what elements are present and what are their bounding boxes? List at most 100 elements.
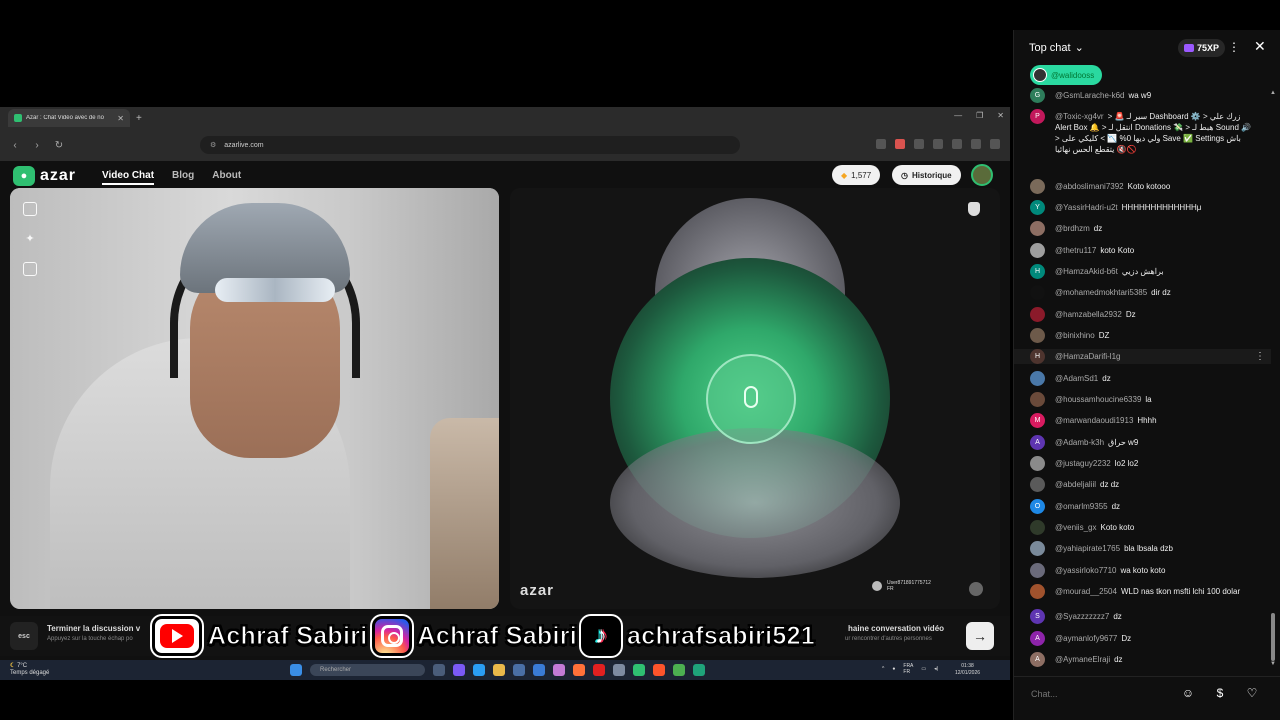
scroll-up-icon[interactable]: ▲ — [1270, 90, 1276, 96]
chat-avatar[interactable] — [1030, 221, 1045, 236]
forward-icon[interactable]: › — [30, 140, 44, 151]
chat-author[interactable]: @HamzaAkid-b6t — [1055, 267, 1118, 276]
fullscreen-icon[interactable] — [23, 202, 37, 216]
chat-author[interactable]: @YassirHadri-u2t — [1055, 203, 1118, 212]
task-view-icon[interactable] — [433, 664, 445, 676]
chat-author[interactable]: @yahiapirate1765 — [1055, 544, 1120, 553]
chat-author[interactable]: @Toxic-xg4vr — [1055, 112, 1104, 121]
chat-message[interactable]: P @Toxic-xg4vr > 🚨 سير لـ Dashboard ⚙️ > ز… — [1030, 109, 1270, 155]
chat-avatar[interactable] — [1030, 456, 1045, 471]
chat-avatar[interactable] — [1030, 541, 1045, 556]
chat-avatar[interactable] — [1030, 243, 1045, 258]
chat-message[interactable]: A @Adamb-k3h حراق w9 — [1030, 435, 1270, 450]
edge-icon[interactable] — [473, 664, 485, 676]
extension-icon[interactable] — [990, 139, 1000, 149]
chat-message[interactable]: A @AymaneElraji dz — [1030, 652, 1270, 667]
super-chat-icon[interactable]: $ — [1212, 685, 1228, 701]
play-icon[interactable] — [633, 664, 645, 676]
chat-avatar[interactable] — [1030, 328, 1045, 343]
weather-widget[interactable]: ☾ 7°C Temps dégagé — [10, 663, 49, 677]
reload-icon[interactable]: ↻ — [52, 140, 66, 151]
chat-avatar[interactable]: A — [1030, 652, 1045, 667]
chat-message[interactable]: A @aymanlofy9677 Dz — [1030, 631, 1270, 646]
nav-about[interactable]: About — [212, 170, 241, 185]
chat-author[interactable]: @yassirloko7710 — [1055, 566, 1116, 575]
chat-author[interactable]: @AymaneElraji — [1055, 655, 1110, 664]
chat-message[interactable]: O @omarlm9355 dz — [1030, 499, 1270, 514]
chat-avatar[interactable]: M — [1030, 413, 1045, 428]
chat-message[interactable]: @thetru117 koto Koto — [1030, 243, 1270, 258]
chat-bubble-icon[interactable] — [969, 582, 983, 596]
browser-tab-azar[interactable]: Azar : Chat Vidéo avec de no ✕ — [8, 109, 130, 127]
chat-author[interactable]: @marwandaoudi1913 — [1055, 416, 1133, 425]
emoji-icon[interactable]: ☺ — [1180, 685, 1196, 701]
chat-avatar[interactable]: H — [1030, 264, 1045, 279]
chat-mode-dropdown[interactable]: Top chat ⌄ — [1029, 41, 1084, 55]
tray-lang[interactable]: FRA FR — [903, 663, 913, 675]
chat-scrollbar[interactable]: ▲ ▼ — [1270, 90, 1276, 668]
brave-icon[interactable] — [653, 664, 665, 676]
chat-author[interactable]: @omarlm9355 — [1055, 502, 1108, 511]
app-icon[interactable] — [553, 664, 565, 676]
chat-author[interactable]: @AdamSd1 — [1055, 374, 1098, 383]
chat-message[interactable]: M @marwandaoudi1913 Hhhh — [1030, 413, 1270, 428]
chat-message[interactable]: H @HamzaAkid-b6t براهش دزيي — [1030, 264, 1270, 279]
filter-icon[interactable] — [23, 262, 37, 276]
opera-icon[interactable] — [593, 664, 605, 676]
chat-message[interactable]: @abdeljaliil dz dz — [1030, 477, 1270, 492]
chat-author[interactable]: @abdoslimani7392 — [1055, 182, 1124, 191]
chat-message[interactable]: @houssamhoucine6339 la — [1030, 392, 1270, 407]
chat-message[interactable]: @brdhzm dz — [1030, 221, 1270, 236]
chat-avatar[interactable]: G — [1030, 88, 1045, 103]
chat-message[interactable]: @yassirloko7710 wa koto koto — [1030, 563, 1270, 578]
chat-avatar[interactable] — [1030, 307, 1045, 322]
new-tab-icon[interactable]: + — [136, 113, 142, 124]
chat-avatar[interactable]: A — [1030, 631, 1045, 646]
taskbar-search[interactable]: Rechercher — [310, 664, 425, 676]
message-menu-icon[interactable]: ⋮ — [1255, 351, 1265, 362]
chat-avatar[interactable] — [1030, 563, 1045, 578]
firefox-icon[interactable] — [573, 664, 585, 676]
extension-icon[interactable] — [971, 139, 981, 149]
chat-avatar[interactable]: Y — [1030, 200, 1045, 215]
site-info-icon[interactable]: ⚙ — [210, 141, 216, 149]
extension-icon[interactable] — [895, 139, 905, 149]
maximize-icon[interactable]: ❐ — [976, 111, 983, 120]
minimize-icon[interactable]: — — [954, 111, 962, 120]
chat-avatar[interactable] — [1030, 477, 1045, 492]
chat-avatar[interactable] — [1030, 179, 1045, 194]
chat-message[interactable]: @veniis_gx Koto koto — [1030, 520, 1270, 535]
chat-input[interactable] — [1031, 685, 1171, 703]
chat-author[interactable]: @veniis_gx — [1055, 523, 1096, 532]
volume-icon[interactable]: ◂) — [934, 666, 938, 672]
chat-avatar[interactable]: H — [1030, 349, 1045, 364]
gem-balance-button[interactable]: ◆ 1,577 — [832, 165, 881, 185]
chat-avatar[interactable] — [1030, 392, 1045, 407]
chat-message[interactable]: @yahiapirate1765 bla lbsala dzb — [1030, 541, 1270, 556]
tray-chevron-icon[interactable]: ^ — [882, 666, 884, 672]
more-options-icon[interactable]: ⋮ — [1228, 40, 1240, 54]
mail-icon[interactable] — [533, 664, 545, 676]
chat-avatar[interactable] — [1030, 371, 1045, 386]
chat-author[interactable]: @hamzabella2932 — [1055, 310, 1122, 319]
chat-avatar[interactable]: A — [1030, 435, 1045, 450]
chat-message[interactable]: @hamzabella2932 Dz — [1030, 307, 1270, 322]
nav-blog[interactable]: Blog — [172, 170, 194, 185]
profile-avatar[interactable] — [971, 164, 993, 186]
next-chat-button[interactable]: → — [966, 622, 994, 650]
chat-avatar[interactable] — [1030, 520, 1045, 535]
chat-message[interactable]: @justaguy2232 lo2 lo2 — [1030, 456, 1270, 471]
chat-message[interactable]: @AdamSd1 dz — [1030, 371, 1270, 386]
chat-avatar[interactable] — [1030, 285, 1045, 300]
extension-icon[interactable] — [914, 139, 924, 149]
network-icon[interactable]: ▭ — [921, 666, 926, 672]
heart-icon[interactable]: ♡ — [1244, 685, 1260, 701]
extension-icon[interactable] — [876, 139, 886, 149]
report-shield-icon[interactable] — [968, 202, 980, 216]
chat-author[interactable]: @binixhino — [1055, 331, 1095, 340]
xp-badge[interactable]: 75XP — [1178, 39, 1226, 57]
folder-icon[interactable] — [493, 664, 505, 676]
chat-author[interactable]: @GsmLarache-k6d — [1055, 91, 1124, 100]
azar-logo[interactable]: ● azar — [13, 166, 76, 186]
chat-author[interactable]: @HamzaDarifi-l1g — [1055, 352, 1120, 361]
